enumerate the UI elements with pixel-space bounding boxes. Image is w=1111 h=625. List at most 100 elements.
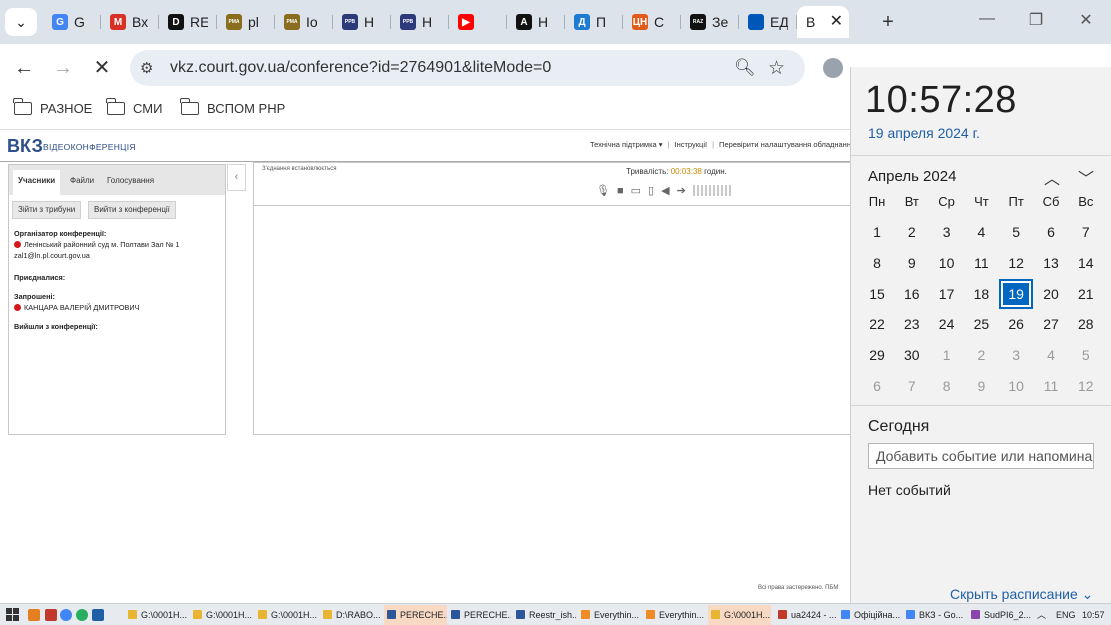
close-window-button[interactable]: ✕: [1071, 10, 1101, 30]
calendar-day[interactable]: 2: [964, 340, 998, 370]
calendar-day[interactable]: 9: [895, 248, 929, 278]
browser-tab[interactable]: AН: [507, 6, 565, 38]
calendar-day[interactable]: 23: [895, 309, 929, 339]
calendar-day[interactable]: 5: [999, 217, 1033, 247]
calendar-day[interactable]: 11: [964, 248, 998, 278]
browser-tab[interactable]: PPB Н: [333, 6, 391, 38]
back-button[interactable]: ←: [12, 58, 36, 78]
taskbar-app-button[interactable]: Reestr_ish...: [513, 605, 576, 625]
new-tab-button[interactable]: +: [877, 10, 899, 34]
settings-app-icon[interactable]: [28, 609, 40, 621]
prev-month-icon[interactable]: ︿: [1044, 165, 1060, 189]
calendar-day[interactable]: 8: [930, 371, 964, 401]
tab-files[interactable]: Файли: [65, 170, 99, 195]
calendar-day[interactable]: 20: [1034, 279, 1068, 309]
browser-tab[interactable]: ЕД: [739, 6, 797, 38]
calendar-day[interactable]: 1: [930, 340, 964, 370]
language-indicator[interactable]: ENG: [1056, 605, 1076, 625]
calendar-day[interactable]: 22: [860, 309, 894, 339]
next-month-icon[interactable]: ﹀: [1078, 165, 1094, 189]
calendar-day[interactable]: 26: [999, 309, 1033, 339]
browser-tab[interactable]: ДП: [565, 6, 623, 38]
megaphone-icon[interactable]: ◀: [661, 184, 669, 197]
stop-loading-button[interactable]: ✕: [90, 58, 114, 78]
calendar-day[interactable]: 25: [964, 309, 998, 339]
site-logo[interactable]: ВКЗ: [7, 136, 43, 157]
microphone-icon[interactable]: 🎙︎: [596, 184, 610, 197]
calendar-day[interactable]: 18: [964, 279, 998, 309]
taskbar-app-button[interactable]: G:\0001H...: [708, 605, 771, 625]
browser-tab[interactable]: РМА Іо: [275, 6, 333, 38]
leave-tribune-button[interactable]: Зійти з трибуни: [12, 201, 82, 219]
calendar-day[interactable]: 6: [860, 371, 894, 401]
taskbar-app-button[interactable]: ua2424 - ...: [775, 605, 838, 625]
taskbar-app-button[interactable]: G:\0001H...: [255, 605, 318, 625]
calendar-day[interactable]: 3: [999, 340, 1033, 370]
taskbar-app-button[interactable]: G:\0001H...: [190, 605, 253, 625]
close-tab-icon[interactable]: ✕: [830, 13, 843, 31]
taskbar-app-button[interactable]: D:\RABO...: [320, 605, 383, 625]
address-bar[interactable]: ⚙ vkz.court.gov.ua/conference?id=2764901…: [130, 50, 805, 86]
calendar-day[interactable]: 29: [860, 340, 894, 370]
site-settings-icon[interactable]: ⚙: [140, 59, 153, 77]
add-event-input[interactable]: Добавить событие или напоминание: [868, 443, 1094, 469]
calendar-day[interactable]: 9: [964, 371, 998, 401]
exit-icon[interactable]: ➔: [677, 184, 686, 197]
globe-icon[interactable]: [823, 58, 843, 78]
calendar-day[interactable]: 11: [1034, 371, 1068, 401]
calendar-day[interactable]: 16: [895, 279, 929, 309]
taskbar-app-button[interactable]: PERECHE...: [384, 605, 447, 625]
calendar-day[interactable]: 13: [1034, 248, 1068, 278]
calendar-day[interactable]: 7: [1069, 217, 1103, 247]
calendar-day[interactable]: 5: [1069, 340, 1103, 370]
taskbar-app-button[interactable]: Офіційна...: [838, 605, 901, 625]
calendar-day[interactable]: 30: [895, 340, 929, 370]
bookmark-star-icon[interactable]: ☆: [768, 57, 785, 80]
calendar-day[interactable]: 7: [895, 371, 929, 401]
calendar-day[interactable]: 15: [860, 279, 894, 309]
taskbar-app-button[interactable]: G:\0001H...: [125, 605, 188, 625]
calendar-day[interactable]: 10: [930, 248, 964, 278]
calendar-day[interactable]: 17: [930, 279, 964, 309]
calendar-day[interactable]: 1: [860, 217, 894, 247]
start-button[interactable]: [6, 608, 20, 622]
browser-tab[interactable]: D RE: [159, 6, 217, 38]
calendar-day[interactable]: 3: [930, 217, 964, 247]
clock-date[interactable]: 19 апреля 2024 г.: [868, 125, 980, 141]
calendar-day[interactable]: 6: [1034, 217, 1068, 247]
calendar-day[interactable]: 28: [1069, 309, 1103, 339]
calendar-day[interactable]: 12: [1069, 371, 1103, 401]
calendar-day[interactable]: 12: [999, 248, 1033, 278]
bookmark-folder-raznoe[interactable]: РАЗНОЕ: [13, 98, 92, 116]
calendar-month[interactable]: Апрель 2024: [868, 168, 956, 185]
taskbar-app-button[interactable]: Everythin...: [578, 605, 641, 625]
zoom-icon[interactable]: 🔍︎: [734, 58, 756, 78]
instructions-link[interactable]: Інструкції: [675, 140, 708, 149]
hide-schedule-link[interactable]: Скрыть расписание ⌄: [950, 586, 1093, 603]
taskbar-app-button[interactable]: PERECHE...: [448, 605, 511, 625]
calendar-day[interactable]: 14: [1069, 248, 1103, 278]
tray-chevron-icon[interactable]: ︿: [1037, 605, 1046, 625]
camera-icon[interactable]: ■: [617, 185, 624, 197]
calendar-day[interactable]: 4: [1034, 340, 1068, 370]
calendar-day[interactable]: 10: [999, 371, 1033, 401]
chrome-icon[interactable]: [76, 609, 88, 621]
minimize-button[interactable]: ―: [972, 10, 1002, 28]
support-link[interactable]: Технічна підтримка ▾: [590, 140, 663, 149]
browser-tab[interactable]: В ✕: [797, 6, 849, 38]
bookmark-folder-vspom[interactable]: ВСПОМ РНР: [180, 98, 285, 116]
browser-tab[interactable]: PPB Н: [391, 6, 449, 38]
forward-button[interactable]: →: [51, 58, 75, 78]
tab-search-button[interactable]: ⌄: [5, 8, 37, 36]
browser-tab[interactable]: ЦН С: [623, 6, 681, 38]
browser-tab[interactable]: РМА рl: [217, 6, 275, 38]
taskbar-clock[interactable]: 10:57: [1082, 605, 1105, 625]
maximize-button[interactable]: ❐: [1021, 10, 1051, 30]
browser-tab[interactable]: GG: [43, 6, 101, 38]
app-icon[interactable]: [45, 609, 57, 621]
collapse-panel-button[interactable]: ‹: [227, 164, 246, 191]
browser-tab[interactable]: RAZ Зе: [681, 6, 739, 38]
calendar-day[interactable]: 8: [860, 248, 894, 278]
taskbar-app-button[interactable]: Everythin...: [643, 605, 706, 625]
calendar-day[interactable]: 27: [1034, 309, 1068, 339]
